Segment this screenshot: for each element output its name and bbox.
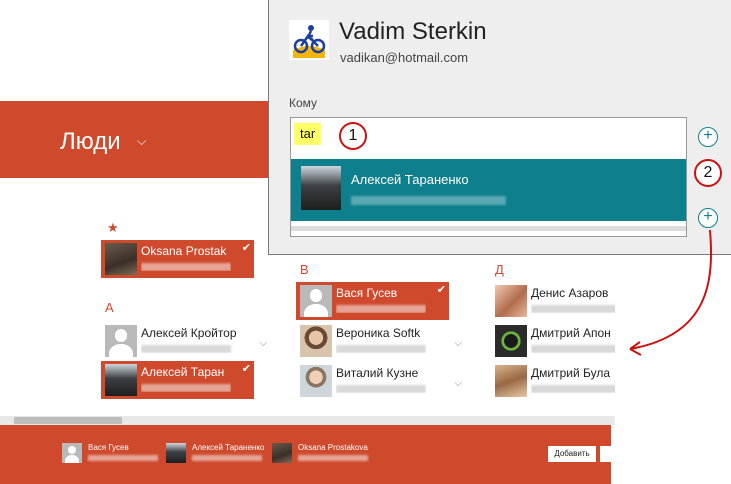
plus-circle-icon[interactable]: + — [698, 127, 718, 147]
contact-detail-blurred — [531, 345, 615, 353]
contact-name: Oksana Prostak — [141, 244, 227, 258]
user-name: Vadim Sterkin — [339, 18, 487, 45]
chevron-down-icon[interactable]: ⌵ — [137, 134, 146, 149]
contact-detail-blurred — [141, 263, 231, 271]
contact-tile[interactable]: Oksana Prostak ✔ — [101, 240, 254, 278]
chip-name: Oksana Prostakova — [298, 443, 368, 452]
contact-tile[interactable]: Алексей Кройтор ⌵ — [101, 322, 271, 360]
chevron-down-icon[interactable]: ⌵ — [259, 338, 267, 349]
contact-name: Виталий Кузне — [336, 366, 419, 380]
contact-name: Дмитрий Була — [531, 366, 611, 380]
to-label: Кому — [289, 96, 318, 110]
scrollbar-thumb[interactable] — [14, 417, 122, 424]
contact-detail-blurred — [336, 385, 426, 393]
contact-tile[interactable]: Вероника Softk ⌵ — [296, 322, 466, 360]
annotation-arrow — [629, 229, 713, 356]
avatar — [166, 443, 186, 463]
contact-detail-blurred — [141, 384, 231, 392]
avatar — [300, 365, 332, 397]
group-header-d: Д — [495, 262, 504, 277]
contact-name: Вася Гусев — [336, 286, 398, 300]
chip-detail-blurred — [298, 455, 368, 461]
annotation-badge-2: 2 — [694, 159, 722, 187]
contact-name: Алексей Таран — [141, 365, 225, 379]
avatar — [62, 443, 82, 463]
checkmark-icon: ✔ — [241, 242, 251, 254]
group-header-v: В — [300, 262, 309, 277]
contact-tile[interactable]: Дмитрий Була — [491, 362, 615, 400]
chip-name: Алексей Тараненко — [192, 443, 265, 452]
chevron-down-icon[interactable]: ⌵ — [454, 378, 462, 389]
recipient-typed-text[interactable]: tar — [294, 123, 322, 145]
annotation-badge-1: 1 — [339, 122, 367, 150]
cyclist-icon — [289, 20, 329, 60]
checkmark-icon: ✔ — [436, 284, 446, 296]
avatar — [105, 325, 137, 357]
chip-detail-blurred — [88, 455, 158, 461]
contact-tile[interactable]: Вася Гусев ✔ — [296, 282, 449, 320]
contact-tile[interactable]: Дмитрий Апон — [491, 322, 615, 360]
contact-tile[interactable]: Денис Азаров — [491, 282, 615, 320]
app-title[interactable]: Люди — [60, 128, 121, 156]
suggestion-name: Алексей Тараненко — [351, 172, 469, 187]
horizontal-scrollbar[interactable] — [0, 416, 615, 425]
group-header-favorites: ★ — [107, 220, 119, 235]
contact-detail-blurred — [336, 305, 426, 313]
avatar — [301, 166, 341, 210]
user-email: vadikan@hotmail.com — [340, 50, 469, 65]
contact-tile[interactable]: Виталий Кузне ⌵ — [296, 362, 466, 400]
contact-name: Алексей Кройтор — [141, 326, 237, 340]
chip-name: Вася Гусев — [88, 443, 129, 452]
overflow-button[interactable] — [600, 446, 611, 462]
chip-detail-blurred — [192, 455, 262, 461]
avatar — [495, 285, 527, 317]
contact-name: Денис Азаров — [531, 286, 609, 300]
contact-detail-blurred — [336, 345, 426, 353]
avatar — [495, 325, 527, 357]
avatar — [495, 365, 527, 397]
avatar — [272, 443, 292, 463]
chevron-down-icon[interactable]: ⌵ — [454, 338, 462, 349]
contact-suggestion[interactable]: Алексей Тараненко — [291, 159, 686, 221]
contact-name: Вероника Softk — [336, 326, 421, 340]
group-header-a: А — [105, 300, 114, 315]
contact-name: Дмитрий Апон — [531, 326, 611, 340]
contact-detail-blurred — [531, 385, 615, 393]
contact-detail-blurred — [531, 305, 615, 313]
contact-tile[interactable]: Алексей Таран ✔ — [101, 361, 254, 399]
avatar — [300, 325, 332, 357]
suggestion-detail-blurred — [351, 196, 506, 205]
avatar — [105, 243, 137, 275]
add-button[interactable]: Добавить — [548, 446, 596, 462]
checkmark-icon: ✔ — [241, 363, 251, 375]
user-avatar — [289, 20, 329, 60]
contact-detail-blurred — [141, 345, 231, 353]
avatar — [300, 285, 332, 317]
avatar — [105, 364, 137, 396]
